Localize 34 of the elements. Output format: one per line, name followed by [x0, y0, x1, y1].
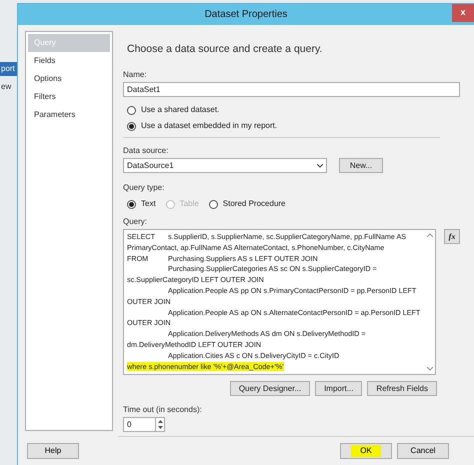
radio-option[interactable]: Use a shared dataset.: [127, 104, 460, 116]
sidebar-item[interactable]: Filters: [28, 88, 110, 106]
query-editor[interactable]: [123, 229, 436, 375]
sidebar-item[interactable]: Options: [28, 70, 110, 88]
query-action-button[interactable]: Query Designer...: [230, 381, 310, 396]
sidebar-item[interactable]: Fields: [28, 52, 110, 70]
radio-option[interactable]: Text: [127, 198, 156, 210]
function-button[interactable]: fx: [444, 229, 460, 244]
chevron-down-icon: [317, 164, 323, 168]
new-button[interactable]: New...: [339, 158, 383, 173]
timeout-field[interactable]: 0: [123, 417, 156, 432]
query-action-button[interactable]: Import...: [315, 381, 362, 396]
field-label: Name:: [123, 69, 148, 81]
field-label: Data source:: [123, 145, 170, 157]
toolbar-item[interactable]: ew: [0, 80, 17, 94]
dialog-button[interactable]: Help: [27, 443, 79, 459]
scroll-up-icon[interactable]: [426, 233, 432, 237]
data-source-dropdown[interactable]: DataSource1: [123, 158, 327, 173]
spin-buttons[interactable]: [156, 417, 165, 432]
field-label: Time out (in seconds):: [123, 404, 203, 416]
radio-option[interactable]: Stored Procedure: [208, 198, 286, 210]
page-heading: Choose a data source and create a query.: [127, 42, 324, 58]
field-label: Query type:: [123, 182, 166, 194]
dialog-button[interactable]: OK: [340, 443, 392, 459]
query-action-button[interactable]: Refresh Fields: [367, 381, 437, 396]
name-field[interactable]: DataSet1: [123, 82, 460, 97]
dialog-button[interactable]: Cancel: [397, 443, 449, 459]
scroll-down-icon[interactable]: [426, 367, 432, 371]
toolbar-item[interactable]: port: [0, 62, 17, 76]
field-label: Query:: [123, 216, 148, 228]
sidebar-item[interactable]: Parameters: [28, 106, 110, 124]
window-title: Dataset Properties: [204, 8, 288, 22]
close-button[interactable]: x: [452, 4, 474, 22]
radio-option[interactable]: Use a dataset embedded in my report.: [127, 120, 460, 132]
